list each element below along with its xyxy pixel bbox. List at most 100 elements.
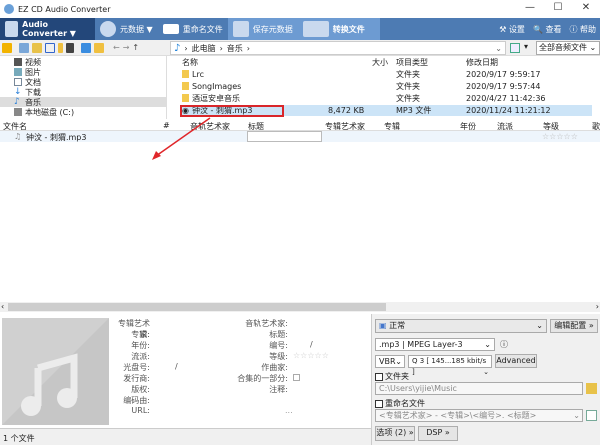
ribbon: Audio Converter ▼ 元数据 ▼ 重命名文件 保存元数据 转换文件…	[0, 18, 600, 40]
folder-path-input[interactable]: C:\Users\yijie\Music	[375, 382, 583, 395]
dsp-button[interactable]: DSP »	[418, 426, 458, 441]
chevron-down-icon[interactable]: ⌄	[495, 44, 502, 53]
window-title: EZ CD Audio Converter	[18, 4, 111, 14]
compilation-checkbox[interactable]	[293, 374, 300, 381]
check-icon[interactable]	[45, 42, 55, 53]
advanced-button[interactable]: Advanced	[495, 354, 537, 368]
audio-converter-menu[interactable]: Audio Converter ▼	[0, 18, 95, 40]
label-composer: 作曲家:	[261, 363, 288, 372]
edit-pattern-icon[interactable]	[586, 410, 597, 421]
music-note-icon	[2, 318, 109, 425]
tree-item-videos[interactable]: 视频	[0, 57, 166, 67]
format-select[interactable]: .mp3 | MPEG Layer-3 ⌄	[375, 338, 495, 351]
column-date[interactable]: 修改日期	[466, 57, 498, 68]
metadata-button[interactable]: 元数据 ▼	[95, 18, 158, 40]
options-button[interactable]: 选项 (2) »	[375, 426, 415, 441]
clear-icon[interactable]	[58, 42, 63, 53]
maximize-button[interactable]: ☐	[548, 2, 568, 13]
file-type-filter[interactable]: 全部音频文件 ⌄	[536, 41, 600, 55]
download-icon: ↓	[14, 87, 22, 97]
breadcrumb[interactable]: 音乐	[227, 43, 243, 54]
playlist-icon[interactable]	[66, 42, 74, 53]
url-more-button[interactable]: ...	[285, 406, 293, 415]
disc-separator: /	[175, 362, 178, 371]
cd-icon	[100, 21, 116, 37]
tree-item-music[interactable]: ♪ 音乐	[0, 97, 166, 107]
label-comment: 注释:	[269, 385, 288, 394]
app-icon	[4, 4, 14, 14]
column-size[interactable]: 大小	[372, 57, 388, 68]
picture-icon	[14, 68, 22, 76]
folder-tree: 视频 图片 文档 ↓ 下载 ♪ 音乐 本地磁盘 (C:)	[0, 56, 167, 119]
label-album: 专辑:	[131, 330, 150, 339]
label-encoded-by: 编码由:	[123, 396, 150, 405]
forward-icon[interactable]: →	[123, 43, 130, 52]
label-track-artist: 音轨艺术家:	[245, 319, 288, 328]
up-icon[interactable]: ↑	[132, 43, 139, 52]
settings-button[interactable]: ⚒ 设置	[499, 24, 525, 35]
profile-select[interactable]: ▣ 正常 ⌄	[375, 319, 547, 333]
back-icon[interactable]: ←	[113, 43, 120, 52]
audio-converter-icon	[5, 21, 19, 37]
address-bar[interactable]: ♪ › 此电脑 › 音乐 › ⌄	[170, 41, 506, 55]
tree-item-pictures[interactable]: 图片	[0, 67, 166, 77]
rename-pattern-input[interactable]: <专辑艺术家> - <专辑>\<编号>. <标题> ⌄	[375, 409, 583, 422]
minimize-button[interactable]: —	[520, 2, 540, 13]
vbr-select[interactable]: VBR ⌄	[375, 355, 405, 368]
computer-icon[interactable]	[81, 42, 91, 53]
video-icon	[14, 58, 22, 66]
label-publisher: 发行商:	[123, 374, 150, 383]
column-type[interactable]: 项目类型	[396, 57, 428, 68]
browse-folder-icon[interactable]	[586, 383, 597, 394]
drive-icon	[14, 108, 22, 116]
label-genre: 流派:	[131, 352, 150, 361]
view-mode-icon[interactable]	[510, 43, 520, 53]
breadcrumb[interactable]: 此电脑	[192, 43, 216, 54]
save-icon	[232, 21, 249, 37]
label-disc: 光盘号:	[123, 363, 150, 372]
file-row[interactable]: SongImages 文件夹 2020/9/17 9:57:44	[180, 81, 592, 92]
scrollbar-thumb[interactable]	[8, 303, 386, 311]
convert-button[interactable]: 转换文件	[297, 18, 380, 40]
close-button[interactable]: ✕	[576, 2, 596, 13]
rename-checkbox[interactable]: 重命名文件	[375, 398, 425, 409]
label-compilation: 合集的一部分:	[237, 374, 288, 383]
document-icon	[14, 78, 22, 86]
convert-icon	[302, 21, 329, 37]
tree-item-downloads[interactable]: ↓ 下载	[0, 87, 166, 97]
file-list-header: 名称 大小 项目类型 修改日期	[180, 57, 592, 68]
save-metadata-button[interactable]: 保存元数据	[227, 18, 298, 40]
column-number[interactable]: #	[163, 121, 170, 130]
label-title: 标题:	[269, 330, 288, 339]
view-dropdown-icon[interactable]: ▾	[524, 42, 528, 51]
folder-icon	[182, 82, 189, 91]
edit-profile-button[interactable]: 编辑配置 »	[550, 319, 598, 333]
column-name[interactable]: 名称	[182, 57, 198, 68]
file-row[interactable]: Lrc 文件夹 2020/9/17 9:59:17	[180, 69, 592, 80]
help-button[interactable]: ⓘ 帮助	[569, 24, 596, 35]
status-bar: 1 个文件	[0, 428, 371, 445]
rename-button[interactable]: 重命名文件	[158, 18, 228, 40]
number-separator: /	[310, 340, 313, 349]
view-button[interactable]: 🔍 查看	[533, 24, 562, 35]
rating-stars[interactable]: ☆☆☆☆☆	[542, 132, 578, 141]
file-row[interactable]: 酒逗安卓音乐 文件夹 2020/4/27 11:42:36	[180, 93, 592, 104]
label-number: 编号:	[269, 341, 288, 350]
quality-select[interactable]: Q 3 [ 145...185 kbit/s ] ⌄	[408, 355, 492, 376]
tree-item-drive-c[interactable]: 本地磁盘 (C:)	[0, 107, 166, 117]
music-icon: ♪	[14, 97, 20, 107]
info-icon[interactable]: ⓘ	[500, 339, 508, 350]
home-icon[interactable]	[2, 42, 12, 53]
music-icon: ♪	[174, 42, 181, 54]
add-files-icon[interactable]	[19, 42, 29, 53]
tree-item-documents[interactable]: 文档	[0, 77, 166, 87]
output-settings-panel: ▣ 正常 ⌄ 编辑配置 » .mp3 | MPEG Layer-3 ⌄ ⓘ VBR ⌄…	[371, 314, 600, 445]
music-folder-icon[interactable]	[94, 42, 104, 53]
title-edit-input[interactable]	[247, 131, 322, 142]
rename-icon	[162, 24, 179, 34]
album-art[interactable]	[2, 318, 109, 425]
folder-checkbox[interactable]: 文件夹	[375, 371, 409, 382]
rating-stars[interactable]: ☆☆☆☆☆	[293, 351, 329, 360]
add-folder-icon[interactable]	[32, 42, 42, 53]
folder-icon	[182, 70, 189, 79]
